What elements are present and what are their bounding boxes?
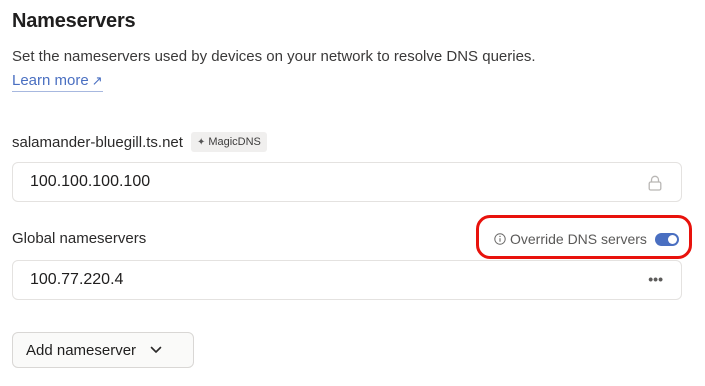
learn-more-link[interactable]: Learn more ↗ bbox=[12, 71, 103, 92]
learn-more-label: Learn more bbox=[12, 72, 89, 89]
lock-icon bbox=[648, 175, 662, 191]
tailnet-nameserver-field: 100.100.100.100 bbox=[12, 162, 682, 202]
chevron-down-icon bbox=[150, 346, 162, 353]
tailnet-domain: salamander-bluegill.ts.net bbox=[12, 133, 183, 151]
override-dns-control: Override DNS servers bbox=[494, 230, 679, 248]
magicdns-badge: ✦ MagicDNS bbox=[190, 132, 267, 152]
global-nameserver-value: 100.77.220.4 bbox=[30, 271, 124, 288]
toggle-knob bbox=[667, 234, 677, 244]
external-arrow-icon: ↗ bbox=[91, 73, 103, 88]
add-nameserver-button[interactable]: Add nameserver bbox=[12, 332, 194, 368]
override-dns-toggle[interactable] bbox=[654, 232, 679, 246]
global-nameservers-label: Global nameservers bbox=[12, 230, 147, 247]
tailnet-nameserver-value: 100.100.100.100 bbox=[30, 173, 151, 190]
section-description: Set the nameservers used by devices on y… bbox=[12, 48, 536, 65]
override-dns-label: Override DNS servers bbox=[510, 231, 647, 247]
more-horizontal-icon[interactable]: ••• bbox=[648, 271, 663, 287]
sparkle-icon: ✦ bbox=[196, 136, 206, 148]
info-icon[interactable] bbox=[494, 233, 506, 245]
add-nameserver-label: Add nameserver bbox=[26, 341, 137, 359]
magicdns-label: MagicDNS bbox=[208, 136, 261, 148]
global-nameserver-row: 100.77.220.4 ••• bbox=[12, 260, 682, 300]
section-title: Nameservers bbox=[12, 10, 136, 32]
tailnet-header: salamander-bluegill.ts.net ✦ MagicDNS bbox=[12, 131, 267, 153]
